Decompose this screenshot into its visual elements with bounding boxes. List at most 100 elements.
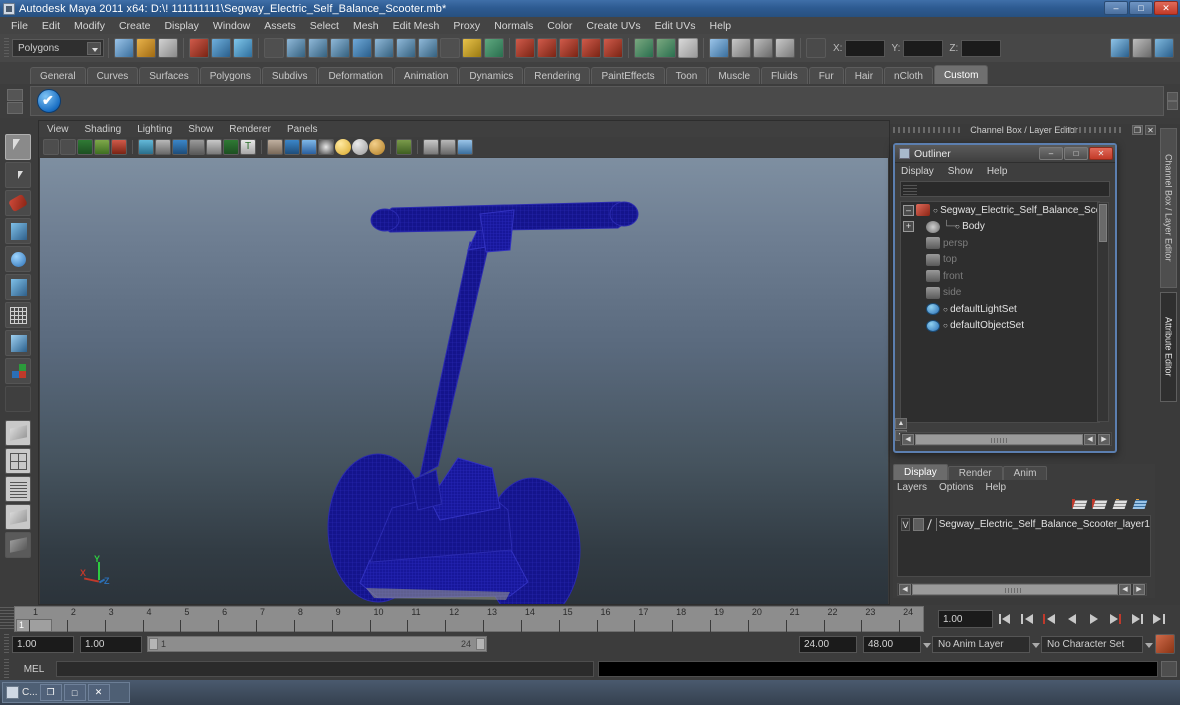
- layer-up-icon[interactable]: [1112, 498, 1128, 511]
- four-view-panel[interactable]: [5, 448, 31, 474]
- mask-handles-icon[interactable]: [286, 38, 306, 58]
- time-slider-grip[interactable]: [0, 607, 14, 631]
- lasso-select-tool[interactable]: [5, 162, 31, 188]
- layer-name[interactable]: Segway_Electric_Self_Balance_Scooter_lay…: [939, 519, 1150, 530]
- outliner-persp-panel[interactable]: [5, 476, 31, 502]
- universal-manipulator-tool[interactable]: [5, 302, 31, 328]
- render-settings-icon[interactable]: [753, 38, 773, 58]
- shelf-tab-menu-icon[interactable]: [7, 88, 23, 101]
- construction-history-icon[interactable]: [678, 38, 698, 58]
- menu-item-window[interactable]: Window: [206, 19, 257, 33]
- display-selected-icon[interactable]: [440, 139, 456, 155]
- shade-options-icon[interactable]: [318, 139, 334, 155]
- shelf-tab-fluids[interactable]: Fluids: [761, 67, 808, 84]
- dock-grip-left[interactable]: [893, 127, 963, 133]
- shelf-tab-muscle[interactable]: Muscle: [708, 67, 761, 84]
- expand-icon[interactable]: +: [903, 221, 914, 233]
- shelf-tab-painteffects[interactable]: PaintEffects: [591, 67, 665, 84]
- animation-preferences-icon[interactable]: [1155, 634, 1175, 654]
- mel-command-input[interactable]: [56, 661, 594, 677]
- character-set-combo[interactable]: No Character Set: [1041, 635, 1143, 653]
- layer-editor-menu-layers[interactable]: Layers: [897, 482, 927, 493]
- outliner-maximize-button[interactable]: □: [1064, 147, 1088, 160]
- viewport-menu-view[interactable]: View: [47, 124, 69, 135]
- taskbar-window-button[interactable]: C... ❐ □ ✕: [2, 682, 130, 703]
- outliner-minimize-button[interactable]: –: [1039, 147, 1063, 160]
- step-forward-keyframe-icon[interactable]: [1128, 609, 1147, 629]
- x-input[interactable]: [845, 39, 886, 57]
- show-manipulator-tool[interactable]: [5, 358, 31, 384]
- mask-misc-icon[interactable]: [440, 38, 460, 58]
- layer-playback-toggle[interactable]: [912, 518, 924, 531]
- outliner-row[interactable]: side: [901, 285, 1099, 302]
- menu-item-normals[interactable]: Normals: [487, 19, 540, 33]
- viewport-menu-renderer[interactable]: Renderer: [229, 124, 271, 135]
- toolbar-grip[interactable]: [4, 38, 9, 58]
- output-connections-icon[interactable]: [656, 38, 676, 58]
- shelf-tab-rendering[interactable]: Rendering: [524, 67, 591, 84]
- shelf-tab-curves[interactable]: Curves: [86, 67, 139, 84]
- outliner-row[interactable]: defaultLightSet: [901, 301, 1099, 318]
- wireframe-shading-icon[interactable]: [267, 139, 283, 155]
- smooth-shade-all-icon[interactable]: [284, 139, 300, 155]
- outliner-scroll-thumb[interactable]: [1099, 204, 1107, 242]
- anim-end-time-field[interactable]: 48.00: [863, 635, 921, 653]
- layer-down-icon[interactable]: [1132, 498, 1148, 511]
- shelf-scroll-down-icon[interactable]: [1166, 101, 1178, 110]
- shelf-tab-animation[interactable]: Animation: [393, 67, 459, 84]
- hypershade-icon[interactable]: [775, 38, 795, 58]
- shelf-tab-deformation[interactable]: Deformation: [318, 67, 393, 84]
- shelf-tab-surfaces[interactable]: Surfaces: [139, 67, 199, 84]
- outliner-hscroll-right-icon[interactable]: ◀: [1084, 433, 1096, 445]
- layer-list[interactable]: V Segway_Electric_Self_Balance_Scooter_la…: [897, 515, 1151, 577]
- snap-grid-icon[interactable]: [484, 38, 504, 58]
- play-forwards-icon[interactable]: [1084, 609, 1103, 629]
- scale-tool[interactable]: [5, 274, 31, 300]
- layer-horizontal-scrollbar[interactable]: ◀ ◀ ▶: [897, 583, 1147, 596]
- shelf-options-menu-icon[interactable]: [7, 101, 23, 114]
- new-scene-icon[interactable]: [114, 38, 134, 58]
- mask-rendering-icon[interactable]: [418, 38, 438, 58]
- camera-attributes-icon[interactable]: [60, 139, 76, 155]
- snap-plane-icon[interactable]: [559, 38, 579, 58]
- xray-mode-icon[interactable]: [396, 139, 412, 155]
- menu-item-modify[interactable]: Modify: [67, 19, 112, 33]
- select-by-component-type-icon[interactable]: [233, 38, 253, 58]
- layer-hscroll-left-icon[interactable]: ◀: [899, 584, 911, 595]
- menu-item-proxy[interactable]: Proxy: [446, 19, 487, 33]
- viewport-menu-show[interactable]: Show: [188, 124, 213, 135]
- outliner-menu-show[interactable]: Show: [948, 166, 973, 177]
- film-gate-icon[interactable]: [155, 139, 171, 155]
- layer-visibility-toggle[interactable]: V: [901, 518, 910, 531]
- lock-icon[interactable]: [462, 38, 482, 58]
- shelf-tab-fur[interactable]: Fur: [808, 67, 844, 84]
- snap-view-plane-icon[interactable]: [581, 38, 601, 58]
- layer-editor-tab-render[interactable]: Render: [947, 466, 1003, 480]
- image-plane-icon[interactable]: [94, 139, 110, 155]
- shelf-scroll-controls[interactable]: [1164, 84, 1180, 118]
- menu-item-display[interactable]: Display: [157, 19, 205, 33]
- mask-joints-icon[interactable]: [308, 38, 328, 58]
- mel-label[interactable]: MEL: [12, 664, 56, 675]
- range-slider[interactable]: 1 24: [147, 636, 487, 652]
- persp-viewport[interactable]: persp Y X Z: [40, 158, 888, 604]
- outliner-menu-help[interactable]: Help: [987, 166, 1008, 177]
- outliner-horizontal-scrollbar[interactable]: ◀ ◀ ▶: [900, 432, 1112, 446]
- select-tool[interactable]: [5, 134, 31, 160]
- outliner-vertical-scrollbar[interactable]: [1097, 202, 1109, 422]
- bookmarks-icon[interactable]: [77, 139, 93, 155]
- show-tool-settings-icon[interactable]: [1132, 38, 1152, 58]
- show-channel-box-icon[interactable]: [1154, 38, 1174, 58]
- close-button[interactable]: ✕: [1154, 1, 1178, 15]
- select-camera-icon[interactable]: [43, 139, 59, 155]
- character-set-chevron-icon[interactable]: [1143, 636, 1154, 653]
- outliner-filter-icon[interactable]: [903, 183, 917, 195]
- outliner-hscroll-left-icon[interactable]: ◀: [902, 433, 914, 445]
- shelf-side-controls[interactable]: [0, 84, 30, 118]
- playback-options-chevron-icon[interactable]: [921, 636, 932, 653]
- script-editor-icon[interactable]: [1161, 661, 1177, 677]
- anim-layer-combo[interactable]: No Anim Layer: [932, 635, 1030, 653]
- outliner-tree[interactable]: – Segway_Electric_Self_Balance_Sco + └─Body…: [900, 201, 1100, 423]
- segway-model-wireframe[interactable]: [40, 158, 888, 604]
- go-to-start-icon[interactable]: [996, 609, 1015, 629]
